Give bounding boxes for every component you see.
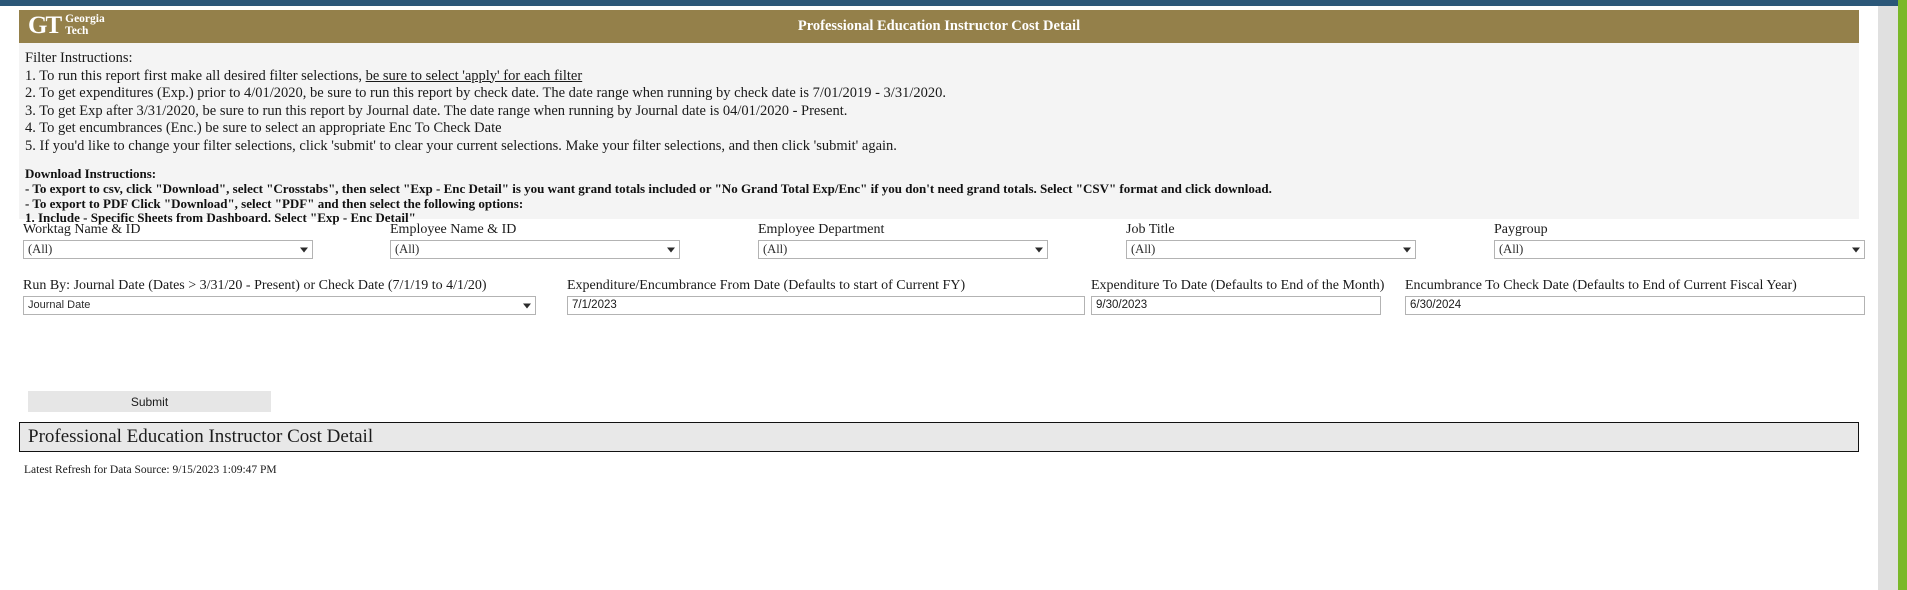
- filter-encumbrance-to-check-date: Encumbrance To Check Date (Defaults to E…: [1405, 278, 1865, 315]
- filter-controls: Worktag Name & ID (All) Employee Name & …: [19, 222, 1865, 326]
- filter-run-by-select[interactable]: Journal Date: [23, 296, 536, 315]
- filter-instruction-3: 3. To get Exp after 3/31/2020, be sure t…: [25, 102, 848, 119]
- chevron-down-icon: [1035, 247, 1043, 252]
- filter-instruction-1: 1. To run this report first make all des…: [25, 68, 1859, 86]
- chevron-down-icon: [667, 247, 675, 252]
- filter-expenditure-to-date-input[interactable]: 9/30/2023: [1091, 296, 1381, 315]
- filter-employee-name-id-value: (All): [395, 243, 420, 256]
- filter-employee-department-select[interactable]: (All): [758, 240, 1048, 259]
- filter-expenditure-from-date-value: 7/1/2023: [572, 299, 617, 311]
- filter-paygroup-label: Paygroup: [1494, 222, 1548, 237]
- filter-instruction-1-text: 1. To run this report first make all des…: [25, 67, 366, 84]
- filter-instruction-1-emphasis: be sure to select 'apply' for each filte…: [365, 67, 583, 84]
- filter-row-dates: Run By: Journal Date (Dates > 3/31/20 - …: [19, 278, 1865, 326]
- app-header-banner: Professional Education Instructor Cost D…: [19, 10, 1859, 43]
- filter-paygroup-value: (All): [1499, 243, 1524, 256]
- logo-line-tech: Tech: [65, 24, 89, 37]
- page-root: Professional Education Instructor Cost D…: [0, 0, 1907, 590]
- download-instruction-csv: - To export to csv, click "Download", se…: [25, 181, 1272, 196]
- filter-instruction-5: 5. If you'd like to change your filter s…: [25, 137, 897, 154]
- filter-row-dropdowns: Worktag Name & ID (All) Employee Name & …: [19, 222, 1865, 270]
- filter-paygroup-select[interactable]: (All): [1494, 240, 1865, 259]
- filter-employee-department-value: (All): [763, 243, 788, 256]
- chevron-down-icon: [1403, 247, 1411, 252]
- filter-employee-department-label: Employee Department: [758, 222, 885, 237]
- filter-run-by-label: Run By: Journal Date (Dates > 3/31/20 - …: [23, 278, 487, 293]
- report-title: Professional Education Instructor Cost D…: [28, 426, 374, 447]
- filter-worktag-name-id-value: (All): [28, 243, 53, 256]
- filter-expenditure-from-date-label: Expenditure/Encumbrance From Date (Defau…: [567, 278, 966, 293]
- georgia-tech-logo: GT Georgia Tech: [28, 13, 105, 38]
- logo-line-georgia: Georgia: [65, 13, 105, 25]
- gt-monogram-icon: GT: [28, 12, 62, 39]
- filter-expenditure-to-date: Expenditure To Date (Defaults to End of …: [1091, 278, 1385, 315]
- filter-encumbrance-to-check-date-input[interactable]: 6/30/2024: [1405, 296, 1865, 315]
- filter-employee-name-id-label: Employee Name & ID: [390, 222, 517, 237]
- filter-worktag-name-id-label: Worktag Name & ID: [23, 222, 141, 237]
- filter-job-title-label: Job Title: [1126, 222, 1175, 237]
- filter-employee-name-id-select[interactable]: (All): [390, 240, 680, 259]
- instructions-spacer: [25, 155, 1859, 166]
- data-refresh-note: Latest Refresh for Data Source: 9/15/202…: [24, 464, 277, 476]
- vertical-scrollbar[interactable]: [1878, 6, 1898, 590]
- filter-expenditure-from-date-input[interactable]: 7/1/2023: [567, 296, 1085, 315]
- page-edge-accent: [1898, 0, 1907, 590]
- filter-job-title-value: (All): [1131, 243, 1156, 256]
- filter-encumbrance-to-check-date-value: 6/30/2024: [1410, 299, 1462, 311]
- download-instructions-heading: Download Instructions:: [25, 166, 157, 181]
- chevron-down-icon: [300, 247, 308, 252]
- page-title: Professional Education Instructor Cost D…: [797, 18, 1081, 34]
- filter-run-by: Run By: Journal Date (Dates > 3/31/20 - …: [23, 278, 536, 315]
- report-title-bar: Professional Education Instructor Cost D…: [19, 422, 1859, 452]
- filter-expenditure-to-date-value: 9/30/2023: [1096, 299, 1148, 311]
- download-instruction-pdf: - To export to PDF Click "Download", sel…: [25, 195, 524, 211]
- chevron-down-icon: [1852, 247, 1860, 252]
- filter-worktag-name-id: Worktag Name & ID (All): [23, 222, 313, 259]
- filter-job-title-select[interactable]: (All): [1126, 240, 1416, 259]
- filter-expenditure-to-date-label: Expenditure To Date (Defaults to End of …: [1091, 278, 1385, 293]
- logo-wordmark: Georgia Tech: [65, 13, 105, 37]
- filter-instruction-2: 2. To get expenditures (Exp.) prior to 4…: [25, 85, 946, 101]
- filter-worktag-name-id-select[interactable]: (All): [23, 240, 313, 259]
- submit-button[interactable]: Submit: [28, 391, 271, 412]
- filter-expenditure-from-date: Expenditure/Encumbrance From Date (Defau…: [567, 278, 1085, 315]
- page-content: Professional Education Instructor Cost D…: [0, 6, 1878, 590]
- instructions-panel: Filter Instructions: 1. To run this repo…: [19, 43, 1859, 225]
- filter-encumbrance-to-check-date-label: Encumbrance To Check Date (Defaults to E…: [1405, 278, 1797, 293]
- chevron-down-icon: [523, 303, 531, 308]
- filter-instruction-4: 4. To get encumbrances (Enc.) be sure to…: [25, 120, 502, 136]
- filter-paygroup: Paygroup (All): [1494, 222, 1865, 259]
- filter-instructions-heading: Filter Instructions:: [25, 50, 133, 66]
- filter-employee-department: Employee Department (All): [758, 222, 1048, 259]
- filter-job-title: Job Title (All): [1126, 222, 1416, 259]
- filter-employee-name-id: Employee Name & ID (All): [390, 222, 680, 259]
- filter-run-by-value: Journal Date: [28, 299, 91, 311]
